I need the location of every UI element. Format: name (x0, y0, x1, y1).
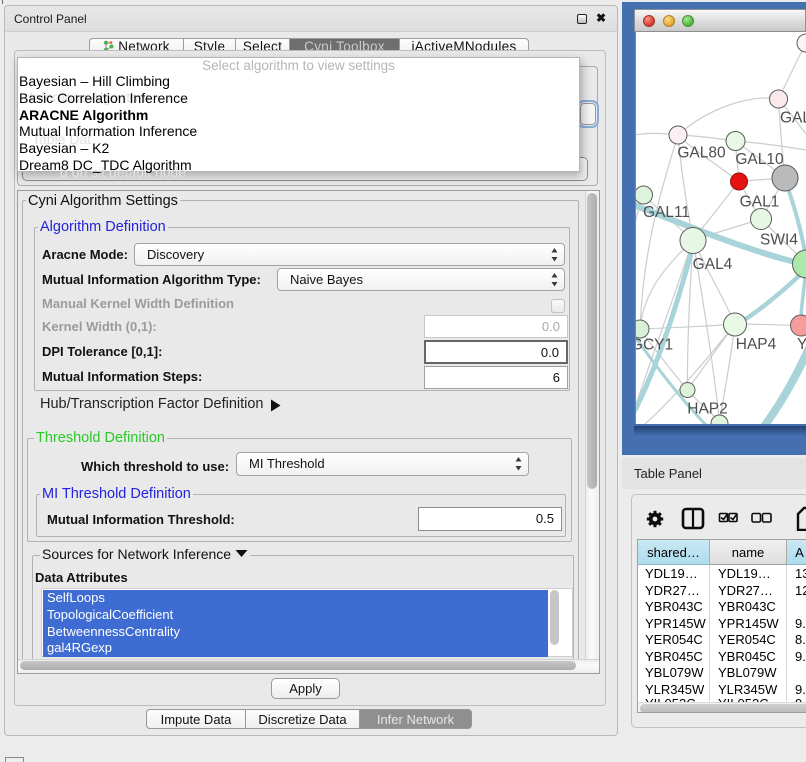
svg-text:GAL4: GAL4 (693, 256, 733, 273)
svg-text:GAL10: GAL10 (735, 151, 784, 168)
svg-text:GAL7: GAL7 (780, 110, 806, 127)
svg-text:YM: YM (797, 336, 806, 353)
svg-text:HAP4: HAP4 (736, 336, 777, 353)
svg-text:GCY1: GCY1 (635, 337, 673, 354)
svg-text:SWI4: SWI4 (760, 232, 798, 249)
svg-text:GAL11: GAL11 (643, 204, 690, 221)
svg-text:GAL80: GAL80 (677, 145, 726, 162)
svg-text:HAP2: HAP2 (687, 401, 728, 418)
svg-text:GAL1: GAL1 (740, 194, 780, 211)
